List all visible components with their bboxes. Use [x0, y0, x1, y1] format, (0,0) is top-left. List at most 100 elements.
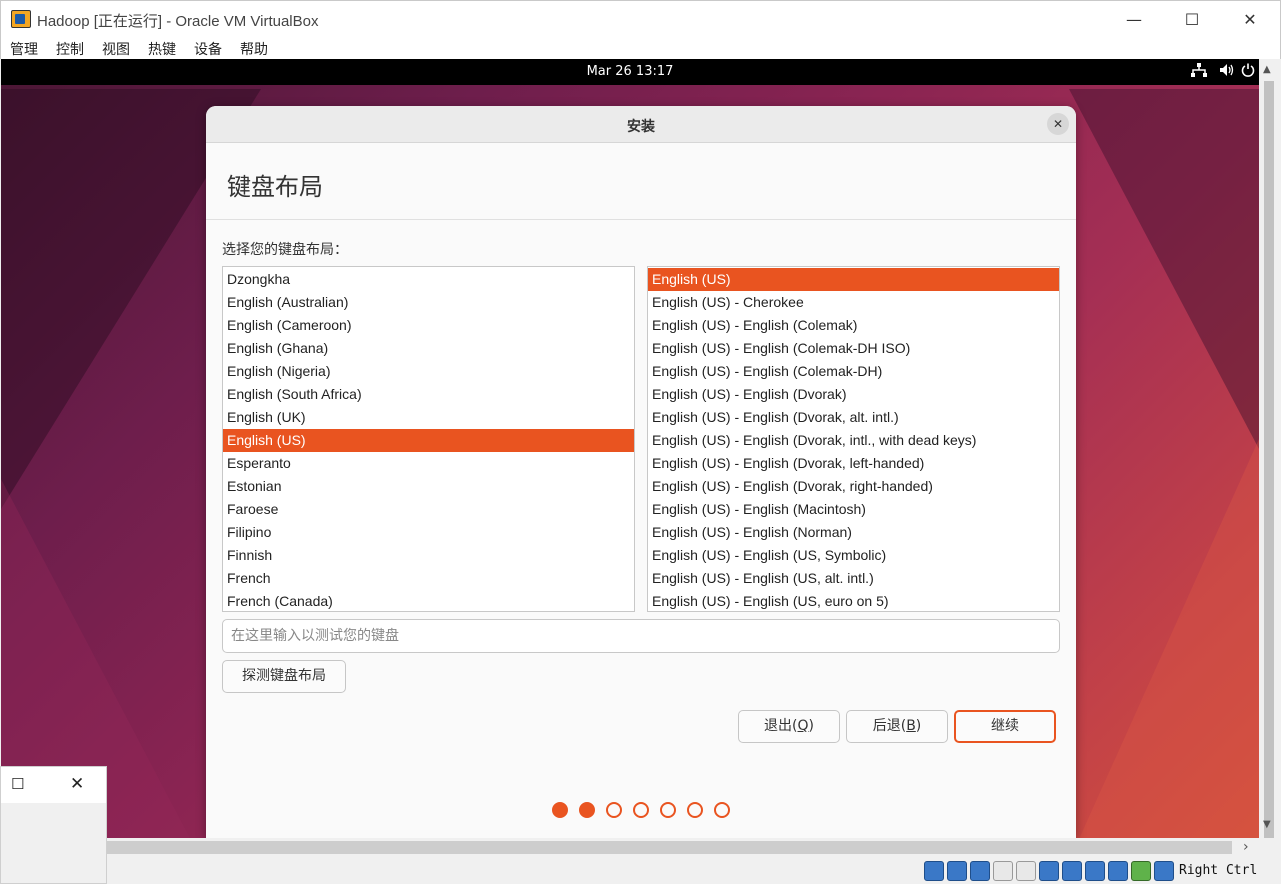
menu-hotkeys[interactable]: 热键: [148, 39, 176, 59]
cpu-icon[interactable]: [1108, 861, 1128, 881]
progress-dots: [552, 802, 730, 818]
mini-close-button[interactable]: ✕: [70, 774, 84, 794]
wallpaper-facet: [1079, 439, 1259, 838]
wallpaper-facet: [1069, 89, 1259, 449]
maximize-button[interactable]: ☐: [1163, 1, 1221, 37]
progress-dot: [687, 802, 703, 818]
mini-maximize-button[interactable]: ☐: [11, 775, 24, 793]
layout-list-item[interactable]: Finnish: [223, 544, 634, 567]
network-icon[interactable]: [1191, 63, 1207, 81]
menu-control[interactable]: 控制: [56, 39, 84, 59]
dialog-close-button[interactable]: ✕: [1047, 113, 1069, 135]
minimize-button[interactable]: —: [1105, 1, 1163, 37]
close-button[interactable]: ✕: [1221, 1, 1279, 37]
continue-button[interactable]: 继续: [954, 710, 1056, 743]
clock[interactable]: Mar 26 13:17: [1, 64, 1259, 79]
variant-list-item[interactable]: English (US) - English (US, euro on 5): [648, 590, 1059, 611]
detect-layout-button[interactable]: 探测键盘布局: [222, 660, 346, 693]
keyboard-layout-list[interactable]: Dzongkha English (Australian) English (Cam…: [222, 266, 635, 612]
progress-dot: [552, 802, 568, 818]
variant-list-item[interactable]: English (US) - English (Dvorak): [648, 383, 1059, 406]
keyboard-test-input[interactable]: [222, 619, 1060, 653]
audio-icon[interactable]: [970, 861, 990, 881]
virtualbox-app-icon: [11, 10, 31, 28]
mouse-integration-icon[interactable]: [1131, 861, 1151, 881]
variant-list-item[interactable]: English (US) - English (US, alt. intl.): [648, 567, 1059, 590]
layout-list-item[interactable]: English (Nigeria): [223, 360, 634, 383]
variant-list-item[interactable]: English (US) - English (Dvorak, left-han…: [648, 452, 1059, 475]
power-icon[interactable]: [1241, 63, 1255, 81]
page-header: 键盘布局: [206, 143, 1076, 220]
layout-list-item[interactable]: French (Canada): [223, 590, 634, 611]
vm-statusbar: Right Ctrl: [107, 858, 1281, 884]
menubar: 管理 控制 视图 热键 设备 帮助: [0, 36, 1281, 59]
host-key-indicator[interactable]: Right Ctrl: [1179, 863, 1257, 878]
shared-folder-icon[interactable]: [1039, 861, 1059, 881]
recording-icon[interactable]: [1085, 861, 1105, 881]
ubuntu-top-bar: Mar 26 13:17: [1, 59, 1259, 85]
installer-dialog: 安装 ✕ 键盘布局 选择您的键盘布局： Dzongkha English (Aus…: [206, 106, 1076, 838]
layout-prompt: 选择您的键盘布局：: [222, 242, 348, 258]
layout-list-item[interactable]: Dzongkha: [223, 268, 634, 291]
layout-list-item[interactable]: English (South Africa): [223, 383, 634, 406]
optical-drive-icon[interactable]: [947, 861, 967, 881]
variant-list-item[interactable]: English (US) - English (Dvorak, alt. int…: [648, 406, 1059, 429]
vertical-scrollbar[interactable]: ▲ ▼: [1259, 59, 1280, 851]
back-button-label: 后退(: [872, 718, 907, 734]
window-titlebar: Hadoop [正在运行] - Oracle VM VirtualBox — ☐…: [0, 0, 1281, 36]
progress-dot: [714, 802, 730, 818]
network-adapter-icon[interactable]: [993, 861, 1013, 881]
variant-list-item[interactable]: English (US) - English (Norman): [648, 521, 1059, 544]
dialog-title: 安装: [627, 119, 655, 135]
back-button[interactable]: 后退(B): [846, 710, 948, 743]
menu-manage[interactable]: 管理: [10, 39, 38, 59]
back-button-accel: B: [906, 718, 916, 734]
horizontal-scroll-thumb[interactable]: [107, 841, 1232, 854]
variant-list-item[interactable]: English (US) - English (Colemak-DH): [648, 360, 1059, 383]
scroll-down-icon[interactable]: ▼: [1263, 819, 1271, 830]
mini-window-titlebar: ☐ ✕: [1, 767, 106, 803]
layout-list-item[interactable]: English (US): [223, 429, 634, 452]
variant-list-item[interactable]: English (US) - English (Dvorak, right-ha…: [648, 475, 1059, 498]
hard-disk-icon[interactable]: [924, 861, 944, 881]
layout-list-item[interactable]: English (Ghana): [223, 337, 634, 360]
quit-button-accel: Q: [797, 718, 809, 734]
menu-view[interactable]: 视图: [102, 39, 130, 59]
keyboard-variant-list[interactable]: English (US) English (US) - Cherokee Engli…: [647, 266, 1060, 612]
variant-list-item[interactable]: English (US) - English (Macintosh): [648, 498, 1059, 521]
progress-dot: [579, 802, 595, 818]
display-icon[interactable]: [1062, 861, 1082, 881]
layout-list-item[interactable]: English (UK): [223, 406, 634, 429]
keyboard-capture-icon[interactable]: [1154, 861, 1174, 881]
menu-devices[interactable]: 设备: [194, 39, 222, 59]
layout-list-item[interactable]: Esperanto: [223, 452, 634, 475]
back-button-label-end: ): [915, 718, 922, 734]
vertical-scroll-thumb[interactable]: [1264, 81, 1274, 851]
window-title: Hadoop [正在运行] - Oracle VM VirtualBox: [37, 13, 319, 30]
scroll-right-icon[interactable]: ›: [1243, 839, 1249, 855]
variant-list-item[interactable]: English (US) - English (Colemak): [648, 314, 1059, 337]
dialog-header: 安装 ✕: [206, 106, 1076, 143]
menu-help[interactable]: 帮助: [240, 39, 268, 59]
mini-window: ☐ ✕: [0, 766, 107, 884]
variant-list-item[interactable]: English (US): [648, 268, 1059, 291]
layout-list-item[interactable]: French: [223, 567, 634, 590]
layout-list-item[interactable]: Estonian: [223, 475, 634, 498]
progress-dot: [633, 802, 649, 818]
variant-list-item[interactable]: English (US) - Cherokee: [648, 291, 1059, 314]
quit-button[interactable]: 退出(Q): [738, 710, 840, 743]
layout-list-item[interactable]: Faroese: [223, 498, 634, 521]
layout-list-item[interactable]: Filipino: [223, 521, 634, 544]
progress-dot: [606, 802, 622, 818]
layout-list-item[interactable]: English (Australian): [223, 291, 634, 314]
usb-icon[interactable]: [1016, 861, 1036, 881]
variant-list-item[interactable]: English (US) - English (Colemak-DH ISO): [648, 337, 1059, 360]
page-title: 键盘布局: [227, 173, 323, 201]
variant-list-item[interactable]: English (US) - English (US, Symbolic): [648, 544, 1059, 567]
variant-list-item[interactable]: English (US) - English (Dvorak, intl., w…: [648, 429, 1059, 452]
horizontal-scrollbar[interactable]: ›: [107, 838, 1280, 858]
layout-list-item[interactable]: English (Cameroon): [223, 314, 634, 337]
scroll-up-icon[interactable]: ▲: [1263, 64, 1271, 75]
volume-icon[interactable]: [1219, 63, 1235, 81]
quit-button-label-end: ): [808, 718, 814, 734]
